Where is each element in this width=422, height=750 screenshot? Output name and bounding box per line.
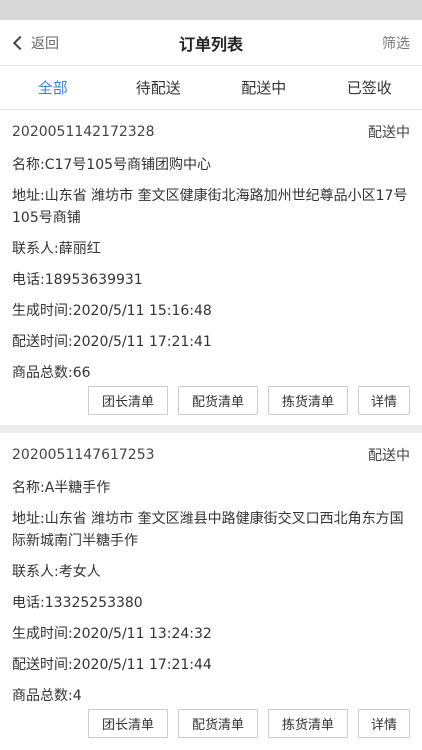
order-phone: 电话:18953639931 (12, 272, 143, 288)
nav-bar: 返回 订单列表 筛选 (0, 20, 422, 66)
order-address: 地址:山东省 潍坊市 奎文区健康街北海路加州世纪尊品小区17号105号商铺 (12, 188, 408, 226)
tab-signed[interactable]: 已签收 (317, 66, 422, 109)
order-status: 配送中 (368, 125, 410, 141)
order-total-items: 商品总数:66 (12, 365, 91, 381)
order-delivery-time: 配送时间:2020/5/11 17:21:41 (12, 334, 212, 350)
back-button[interactable]: 返回 (12, 33, 92, 53)
status-tabs: 全部 待配送 配送中 已签收 (0, 66, 422, 110)
leader-list-button[interactable]: 团长清单 (88, 709, 168, 738)
divider (0, 425, 422, 433)
distribution-list-button[interactable]: 配货清单 (178, 709, 258, 738)
order-status: 配送中 (368, 448, 410, 464)
back-label: 返回 (31, 35, 59, 52)
details-button[interactable]: 详情 (358, 386, 410, 415)
order-name: 名称:A半糖手作 (12, 480, 111, 496)
order-address: 地址:山东省 潍坊市 奎文区潍县中路健康街交叉口西北角东方国际新城南门半糖手作 (12, 511, 404, 549)
order-number: 2020051147617253 (12, 447, 155, 463)
order-name: 名称:C17号105号商铺团购中心 (12, 157, 212, 173)
order-actions: 团长清单 配货清单 拣货清单 详情 (12, 384, 410, 425)
tab-pending-delivery[interactable]: 待配送 (106, 66, 212, 109)
order-number: 2020051142172328 (12, 124, 155, 140)
order-header: 2020051147617253 配送中 (12, 433, 410, 477)
order-delivery-time: 配送时间:2020/5/11 17:21:44 (12, 657, 212, 673)
status-bar (0, 0, 422, 20)
order-actions: 团长清单 配货清单 拣货清单 详情 (12, 707, 410, 748)
order-created-time: 生成时间:2020/5/11 13:24:32 (12, 626, 212, 642)
order-created-time: 生成时间:2020/5/11 15:16:48 (12, 303, 212, 319)
picking-list-button[interactable]: 拣货清单 (268, 386, 348, 415)
leader-list-button[interactable]: 团长清单 (88, 386, 168, 415)
order-header: 2020051142172328 配送中 (12, 110, 410, 154)
order-contact: 联系人:考女人 (12, 564, 101, 580)
chevron-left-icon (12, 35, 28, 50)
tab-delivering[interactable]: 配送中 (211, 66, 317, 109)
filter-button[interactable]: 筛选 (330, 33, 410, 53)
order-total-items: 商品总数:4 (12, 688, 82, 704)
order-contact: 联系人:薛丽红 (12, 241, 101, 257)
details-button[interactable]: 详情 (358, 709, 410, 738)
order-phone: 电话:13325253380 (12, 595, 143, 611)
picking-list-button[interactable]: 拣货清单 (268, 709, 348, 738)
tab-all[interactable]: 全部 (0, 66, 106, 109)
distribution-list-button[interactable]: 配货清单 (178, 386, 258, 415)
order-card: 2020051142172328 配送中 名称:C17号105号商铺团购中心 地… (0, 110, 422, 425)
order-card: 2020051147617253 配送中 名称:A半糖手作 地址:山东省 潍坊市… (0, 433, 422, 748)
page-title: 订单列表 (178, 34, 243, 54)
